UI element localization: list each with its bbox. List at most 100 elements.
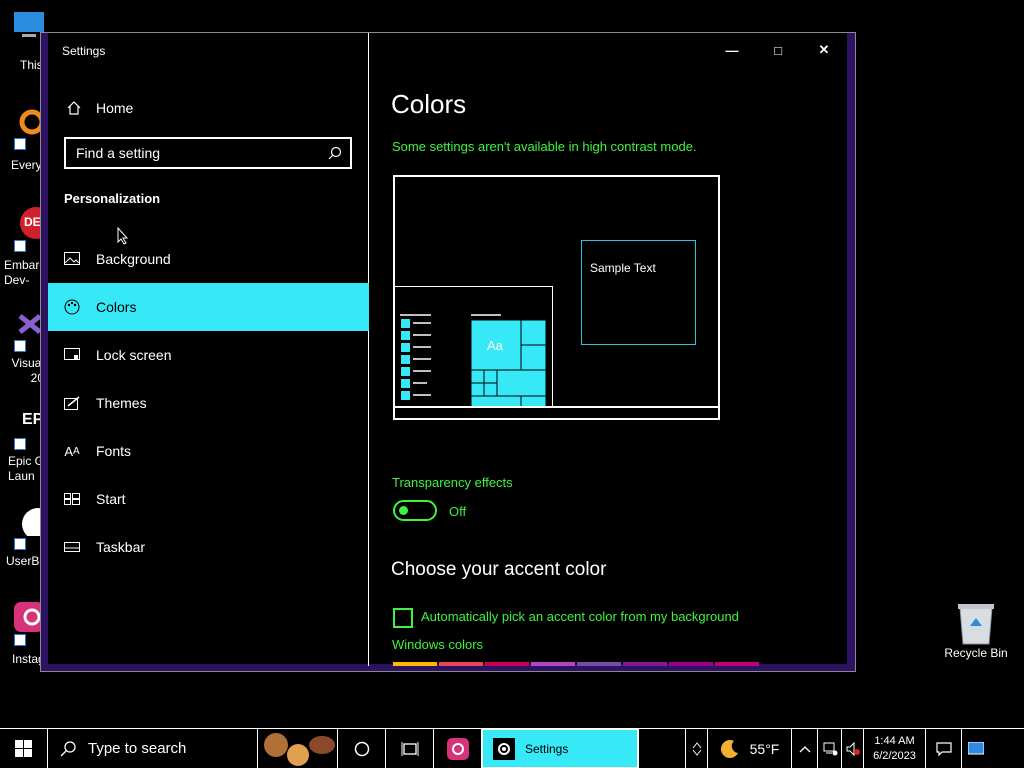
nav-item-themes[interactable]: Themes (48, 379, 369, 427)
color-swatch[interactable] (485, 662, 529, 666)
toggle-knob (399, 506, 408, 515)
nav-item-start[interactable]: Start (48, 475, 369, 523)
start-icon (64, 491, 80, 507)
desktop-icon-instagram[interactable]: Instag (0, 600, 45, 668)
desktop-icon-label: Every (11, 158, 42, 172)
shortcut-arrow-icon (14, 340, 26, 352)
nav-item-fonts[interactable]: AA Fonts (48, 427, 369, 475)
search-highlight-image[interactable] (258, 729, 338, 768)
nav-item-lock-screen[interactable]: Lock screen (48, 331, 369, 379)
desktop-icon-label-text: Epic G Laun (8, 454, 45, 483)
clock-date: 6/2/2023 (873, 750, 916, 762)
section-heading: Personalization (64, 191, 161, 206)
nav-label: Taskbar (96, 539, 146, 555)
personalization-nav-list: Background Colors Lock screen Themes AA … (48, 235, 369, 571)
recycle-bin-icon (958, 604, 994, 645)
palette-icon (64, 299, 80, 315)
desktop-icon-label-text: Visual 20 (11, 356, 44, 385)
gear-icon (493, 737, 515, 760)
auto-accent-label: Automatically pick an accent color from … (421, 609, 739, 624)
taskbar-settings-label: Settings (525, 741, 569, 756)
color-swatch[interactable] (715, 662, 759, 666)
network-status[interactable] (818, 729, 842, 768)
desktop-icon-label: Epic G Laun (8, 454, 44, 484)
color-swatch[interactable] (531, 662, 575, 666)
picture-icon (64, 251, 80, 267)
weather-widget[interactable]: 55°F (708, 729, 792, 768)
taskbar-scroll-buttons[interactable] (686, 729, 708, 768)
mouse-cursor-icon (117, 227, 129, 245)
color-swatch[interactable] (393, 662, 437, 666)
windows-logo-icon (15, 740, 32, 757)
nav-item-taskbar[interactable]: Taskbar (48, 523, 369, 571)
weather-temperature: 55°F (749, 740, 780, 757)
desktop-icon-recycle-bin[interactable]: Recycle Bin (938, 600, 1014, 660)
color-swatch[interactable] (669, 662, 713, 666)
desktop-preview-icon (968, 741, 984, 754)
clock-time: 1:44 AM (874, 735, 915, 747)
window-border-right (847, 33, 855, 671)
search-icon (60, 740, 76, 756)
search-placeholder: Find a setting (76, 145, 161, 161)
transparency-label: Transparency effects (392, 475, 513, 490)
home-label: Home (96, 100, 134, 116)
taskbar-search-box[interactable]: Type to search (48, 729, 258, 768)
volume-status[interactable] (842, 729, 864, 768)
window-border-left (41, 33, 48, 671)
nav-label: Fonts (96, 443, 132, 459)
shortcut-arrow-icon (14, 240, 26, 252)
nav-item-colors[interactable]: Colors (48, 283, 369, 331)
recycle-bin-label: Recycle Bin (944, 646, 1008, 660)
desktop-icon-userbenchmark[interactable]: UserBe (0, 502, 46, 568)
desktop-icon-epic-games[interactable]: EP Epic G Laun (0, 404, 44, 484)
circle-icon (354, 741, 369, 756)
show-desktop-button[interactable] (962, 729, 990, 768)
page-title: Colors (391, 89, 467, 119)
auto-accent-checkbox[interactable] (393, 608, 413, 628)
nav-label: Colors (96, 299, 137, 315)
task-view-button[interactable] (386, 729, 434, 768)
desktop-icon-visual-studio[interactable]: Visual 20 (0, 308, 44, 388)
taskbar-search-placeholder: Type to search (88, 740, 187, 757)
task-view-icon (401, 741, 418, 756)
nav-item-background[interactable]: Background (48, 235, 369, 283)
color-swatch[interactable] (623, 662, 667, 666)
moon-icon (720, 739, 738, 758)
high-contrast-notice: Some settings aren't available in high c… (392, 139, 697, 154)
window-title: Settings (62, 44, 106, 58)
nav-label: Start (96, 491, 126, 507)
preview-start-graphic (400, 314, 547, 407)
action-center-button[interactable] (926, 729, 962, 768)
shortcut-arrow-icon (14, 634, 26, 646)
home-nav-item[interactable]: Home (66, 97, 133, 119)
transparency-toggle[interactable] (393, 500, 437, 521)
shortcut-arrow-icon (14, 438, 26, 450)
show-hidden-icons-button[interactable] (792, 729, 818, 768)
nav-label: Background (96, 251, 171, 267)
chevron-up-icon (692, 741, 701, 748)
desktop-icon-label: Visual 20 (4, 356, 44, 386)
clock[interactable]: 1:44 AM 6/2/2023 (864, 729, 926, 768)
taskbar-app-settings[interactable]: Settings (482, 729, 638, 768)
colors-content-pane: Colors Some settings aren't available in… (371, 33, 847, 666)
taskbar-app-instagram[interactable] (434, 729, 482, 768)
find-setting-input[interactable]: Find a setting (64, 137, 352, 169)
desktop-icon-everything[interactable]: Every (0, 108, 44, 172)
desktop-icon-embarcadero[interactable]: DE Embarc Dev- (0, 206, 45, 287)
accent-color-heading: Choose your accent color (391, 559, 607, 580)
preview-start-menu: Aa (395, 286, 553, 408)
cortana-button[interactable] (338, 729, 386, 768)
preview-tile-text: Aa (487, 338, 503, 353)
instagram-icon (446, 737, 469, 760)
start-button[interactable] (0, 729, 48, 768)
navigation-pane: Settings Home Find a setting Personaliza… (48, 33, 369, 666)
svg-text:DE: DE (24, 215, 41, 229)
color-swatch[interactable] (439, 662, 483, 666)
taskbar-icon (64, 539, 80, 555)
color-swatch[interactable] (577, 662, 621, 666)
desktop-icon-this-pc[interactable]: This (0, 10, 44, 74)
home-icon (67, 101, 81, 115)
transparency-state: Off (449, 504, 467, 519)
shortcut-arrow-icon (14, 138, 26, 150)
taskbar: Type to search Settings 55°F 1:44 AM 6/2… (0, 728, 1024, 768)
